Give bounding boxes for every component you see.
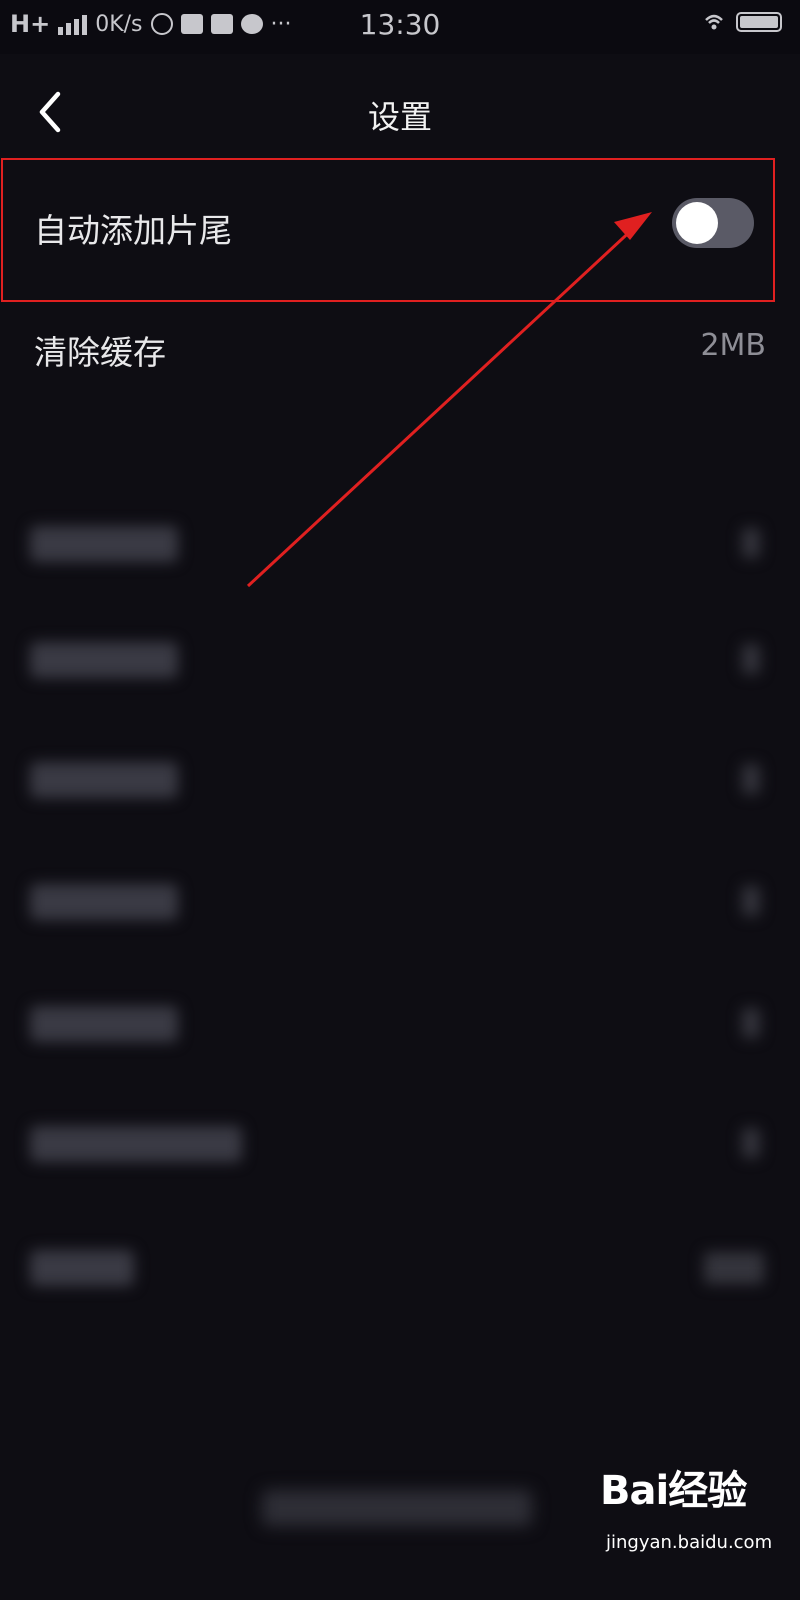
setting-row-clear-cache[interactable]: 清除缓存 2MB [0, 288, 800, 408]
header: 设置 [0, 70, 800, 160]
wifi-icon [705, 14, 723, 30]
chevron-right-icon [742, 528, 760, 558]
status-right [704, 12, 782, 32]
chevron-right-icon [742, 644, 760, 674]
blurred-setting-row[interactable] [0, 996, 800, 1056]
chevron-right-icon [742, 1008, 760, 1038]
chevron-right-icon [742, 1128, 760, 1158]
chevron-right-icon [742, 886, 760, 916]
battery-icon [736, 12, 782, 32]
highlight-box [1, 158, 775, 302]
status-time: 13:30 [359, 8, 441, 41]
blurred-setting-row[interactable] [0, 752, 800, 812]
watermark: Bai经验 jingyan.baidu.com [600, 1458, 790, 1578]
page-title: 设置 [367, 98, 432, 136]
blurred-footer-link[interactable] [262, 1490, 532, 1526]
status-bar: H+ 0K/s ··· 13:30 [0, 0, 800, 54]
blurred-setting-row[interactable] [0, 874, 800, 934]
blurred-setting-row[interactable] [0, 516, 800, 576]
watermark-url: jingyan.baidu.com [606, 1532, 773, 1553]
chevron-right-icon [742, 764, 760, 794]
blurred-setting-row[interactable] [0, 1116, 800, 1176]
clear-cache-label: 清除缓存 [34, 333, 166, 372]
blurred-version-row [0, 1240, 800, 1300]
watermark-brand: Bai经验 [600, 1468, 747, 1514]
blurred-setting-row[interactable] [0, 632, 800, 692]
cache-size-value: 2MB [700, 328, 766, 363]
